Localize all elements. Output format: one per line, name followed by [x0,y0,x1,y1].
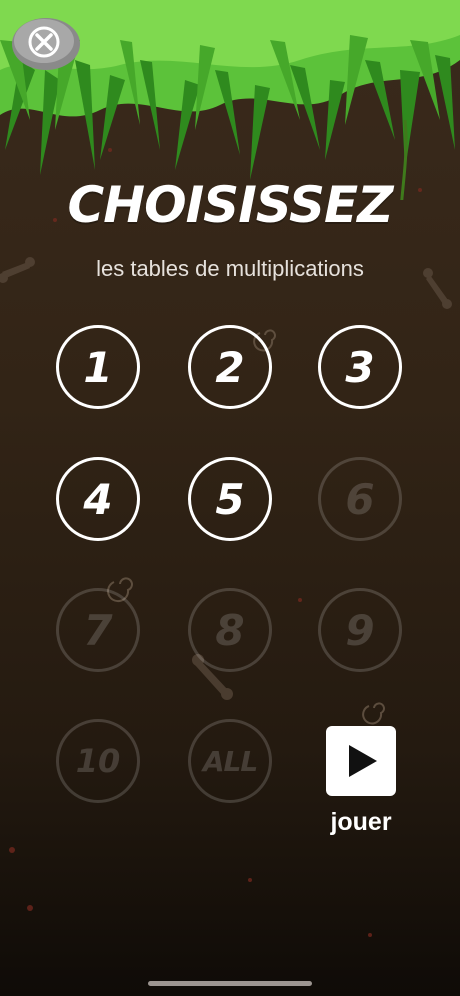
table-button-3[interactable]: 3 [318,325,402,409]
table-button-10[interactable]: 10 [56,719,140,803]
play-button[interactable] [326,726,396,796]
page-title: CHOISISSEZ [67,176,394,234]
table-button-1[interactable]: 1 [56,325,140,409]
close-button[interactable] [10,14,82,72]
table-button-9[interactable]: 9 [318,588,402,672]
play-label[interactable]: jouer [310,808,412,837]
table-button-5[interactable]: 5 [188,457,272,541]
play-icon [349,745,377,777]
close-icon [12,18,80,70]
table-button-all[interactable]: ALL [188,719,272,803]
page-subtitle: les tables de multiplications [96,256,364,281]
home-indicator [148,981,312,986]
table-button-6[interactable]: 6 [318,457,402,541]
table-button-8[interactable]: 8 [188,588,272,672]
table-button-4[interactable]: 4 [56,457,140,541]
table-button-2[interactable]: 2 [188,325,272,409]
table-button-7[interactable]: 7 [56,588,140,672]
